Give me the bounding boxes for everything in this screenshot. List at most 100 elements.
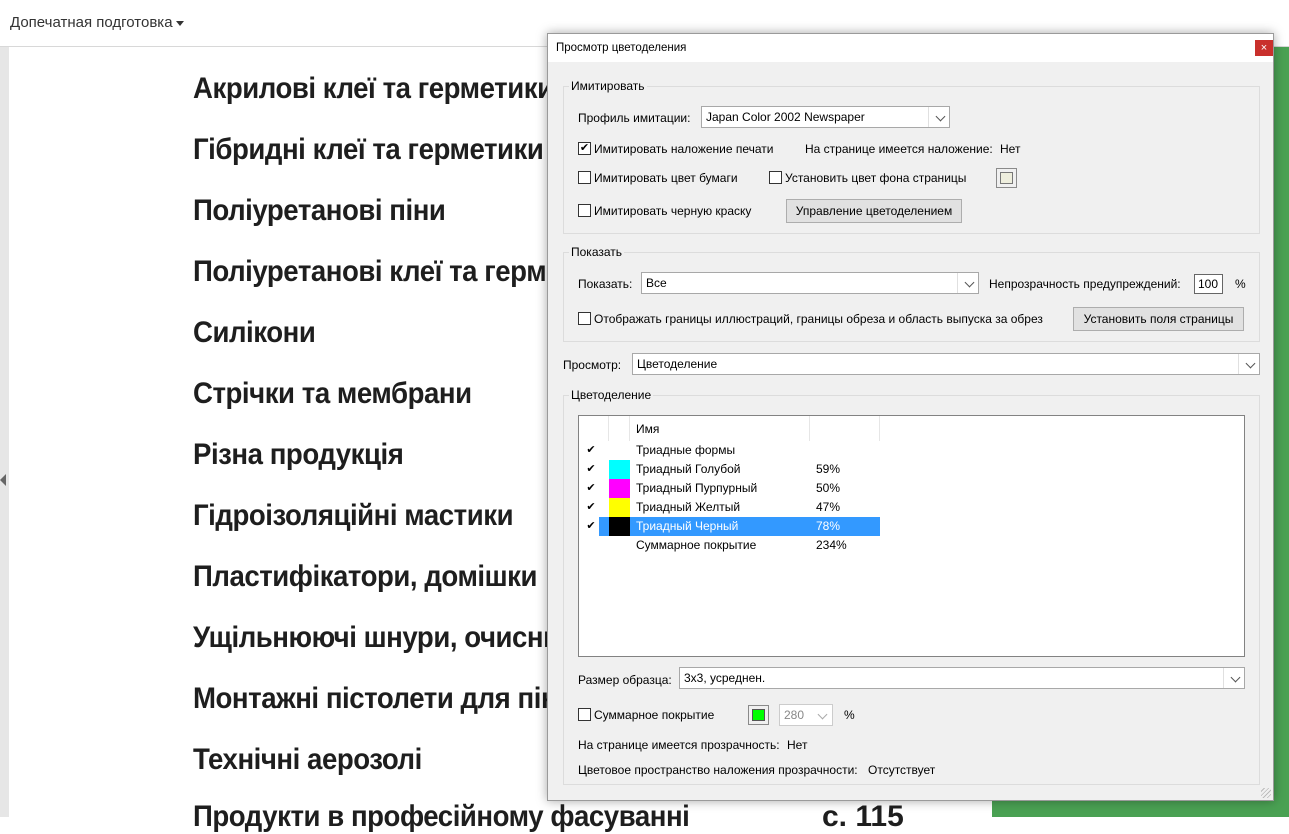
- show-select[interactable]: Все: [641, 272, 979, 294]
- document-line: Ущільнюючі шнури, очисники: [193, 621, 590, 654]
- separation-percent: 78%: [816, 519, 841, 533]
- separation-percent: 234%: [816, 538, 847, 552]
- separation-checkbox[interactable]: ✔: [585, 520, 597, 532]
- show-boxes-label: Отображать границы иллюстраций, границы …: [594, 312, 1043, 326]
- separation-row[interactable]: ✔ Триадный Пурпурный 50%: [579, 479, 879, 498]
- total-coverage-label: Суммарное покрытие: [594, 708, 715, 722]
- left-panel-strip: [0, 47, 9, 817]
- simulate-paper-color-label: Имитировать цвет бумаги: [594, 171, 738, 185]
- ink-color-swatch: [609, 479, 630, 498]
- separation-name: Триадный Желтый: [636, 500, 741, 514]
- ink-color-swatch: [609, 498, 630, 517]
- separation-name: Суммарное покрытие: [636, 538, 757, 552]
- document-line: Стрічки та мембрани: [193, 377, 472, 410]
- warning-opacity-input[interactable]: 100: [1194, 274, 1223, 294]
- separation-row[interactable]: ✔ Триадные формы: [579, 441, 879, 460]
- page-background-color-button[interactable]: [996, 168, 1017, 188]
- chevron-down-icon: [935, 111, 946, 122]
- preview-value: Цветоделение: [637, 357, 718, 371]
- select-divider: [957, 273, 958, 293]
- select-divider: [1223, 668, 1224, 688]
- resize-grip[interactable]: [1261, 788, 1271, 798]
- total-coverage-value: 280: [784, 708, 805, 722]
- ink-manager-button[interactable]: Управление цветоделением: [786, 199, 962, 223]
- ink-color-swatch: [609, 460, 630, 479]
- separation-checkbox[interactable]: ✔: [585, 463, 597, 475]
- separation-row[interactable]: ✔ Триадный Черный 78%: [579, 517, 880, 536]
- sample-size-label: Размер образца:: [578, 673, 672, 687]
- document-line: Пластифікатори, домішки: [193, 560, 538, 593]
- page-transparency-value: Нет: [787, 738, 808, 752]
- page-boxes-button[interactable]: Установить поля страницы: [1073, 307, 1244, 331]
- separation-checkbox[interactable]: ✔: [585, 501, 597, 513]
- simulate-group-label: Имитировать: [569, 79, 647, 93]
- simulate-overprint-checkbox[interactable]: ✔: [578, 142, 591, 155]
- page-transparency-label: На странице имеется прозрачность:: [578, 738, 780, 752]
- chevron-down-icon: [1245, 358, 1256, 369]
- document-line: Акрилові клеї та герметики: [193, 72, 554, 105]
- separation-row[interactable]: Суммарное покрытие 234%: [579, 536, 879, 555]
- simulate-black-ink-label: Имитировать черную краску: [594, 204, 752, 218]
- dialog-titlebar: Просмотр цветоделения ×: [548, 34, 1273, 62]
- page-has-overprint-value: Нет: [1000, 142, 1021, 156]
- preview-select[interactable]: Цветоделение: [632, 353, 1260, 375]
- sample-size-select[interactable]: 3x3, усреднен.: [679, 667, 1245, 689]
- show-group-label: Показать: [569, 245, 625, 259]
- total-coverage-checkbox[interactable]: [578, 708, 591, 721]
- total-coverage-percent: %: [844, 708, 855, 722]
- separation-percent: 50%: [816, 481, 841, 495]
- document-line: Гібридні клеї та герметики: [193, 133, 544, 166]
- page-has-overprint-label: На странице имеется наложение:: [805, 142, 993, 156]
- expand-left-panel-icon[interactable]: [0, 474, 6, 486]
- document-line: Різна продукція: [193, 438, 404, 471]
- set-page-background-checkbox[interactable]: [769, 171, 782, 184]
- output-preview-dialog: Просмотр цветоделения × Имитировать Проф…: [547, 33, 1274, 801]
- select-divider: [1238, 354, 1239, 374]
- chevron-down-icon: [175, 20, 184, 26]
- ink-color-swatch: [609, 517, 630, 536]
- set-page-background-label: Установить цвет фона страницы: [785, 171, 967, 185]
- chevron-down-icon: [817, 709, 828, 720]
- column-name-header[interactable]: Имя: [630, 416, 810, 441]
- column-name-label: Имя: [636, 422, 660, 436]
- simulate-paper-color-checkbox[interactable]: [578, 171, 591, 184]
- blend-space-label: Цветовое пространство наложения прозрачн…: [578, 763, 858, 777]
- show-boxes-checkbox[interactable]: [578, 312, 591, 325]
- blend-space-value: Отсутствует: [868, 763, 936, 777]
- document-line: Поліуретанові піни: [193, 194, 446, 227]
- separation-name: Триадные формы: [636, 443, 736, 457]
- profile-label: Профиль имитации:: [578, 111, 691, 125]
- column-percent-header[interactable]: [810, 416, 880, 441]
- chevron-down-icon: [964, 277, 975, 288]
- separation-percent: 47%: [816, 500, 841, 514]
- select-divider: [928, 107, 929, 127]
- simulate-black-ink-checkbox[interactable]: [578, 204, 591, 217]
- page-number: с. 115: [822, 800, 904, 833]
- simulation-profile-select[interactable]: Japan Color 2002 Newspaper: [701, 106, 950, 128]
- print-production-menu[interactable]: Допечатная подготовка: [10, 14, 184, 31]
- total-coverage-color-button[interactable]: [748, 705, 769, 725]
- document-line: Гідроізоляційні мастики: [193, 499, 514, 532]
- column-swatch: [609, 416, 630, 441]
- separation-name: Триадный Голубой: [636, 462, 741, 476]
- simulate-overprint-label: Имитировать наложение печати: [594, 142, 774, 156]
- close-button[interactable]: ×: [1255, 40, 1273, 56]
- document-line: Технічні аерозолі: [193, 743, 422, 776]
- warning-opacity-value: 100: [1198, 277, 1219, 291]
- separation-row[interactable]: ✔ Триадный Голубой 59%: [579, 460, 879, 479]
- separation-name: Триадный Черный: [636, 519, 739, 533]
- percent-label: %: [1235, 277, 1246, 291]
- preview-label: Просмотр:: [563, 358, 622, 372]
- page-background-swatch: [1000, 172, 1013, 184]
- separations-list[interactable]: Имя ✔ Триадные формы ✔ Триадный Голубой 59% ✔…: [578, 415, 1245, 657]
- total-coverage-value-select[interactable]: 280: [779, 704, 833, 726]
- separation-checkbox[interactable]: ✔: [585, 482, 597, 494]
- separation-row[interactable]: ✔ Триадный Желтый 47%: [579, 498, 879, 517]
- warning-opacity-label: Непрозрачность предупреждений:: [989, 277, 1181, 291]
- print-production-label: Допечатная подготовка: [10, 14, 173, 31]
- dialog-title: Просмотр цветоделения: [556, 42, 687, 54]
- separation-name: Триадный Пурпурный: [636, 481, 758, 495]
- separation-checkbox[interactable]: ✔: [585, 444, 597, 456]
- show-value: Все: [646, 276, 667, 290]
- simulation-profile-value: Japan Color 2002 Newspaper: [706, 110, 865, 124]
